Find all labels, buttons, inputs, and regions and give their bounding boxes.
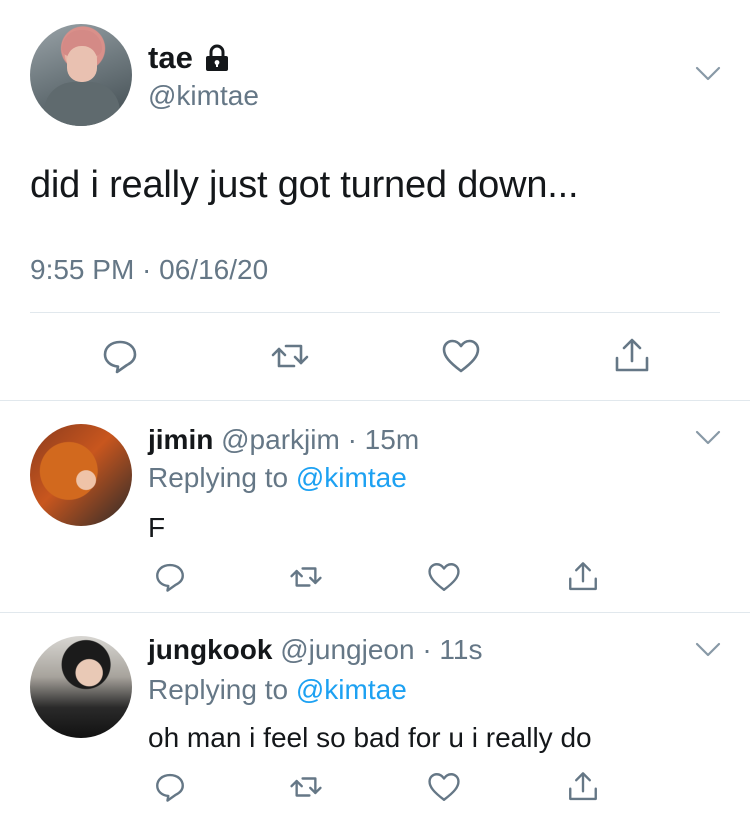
retweet-icon[interactable] (289, 770, 323, 804)
retweet-icon[interactable] (289, 560, 323, 594)
display-name[interactable]: tae (148, 40, 193, 76)
handle[interactable]: @parkjim (221, 424, 340, 455)
chevron-down-icon[interactable] (695, 642, 721, 658)
reply-header: jimin @parkjim · 15m (148, 424, 419, 456)
divider (30, 312, 720, 313)
avatar[interactable] (30, 636, 132, 738)
reply-icon[interactable] (100, 336, 140, 376)
like-icon[interactable] (427, 560, 461, 594)
replying-to: Replying to @kimtae (148, 674, 407, 706)
reply-icon[interactable] (153, 560, 187, 594)
avatar[interactable] (30, 24, 132, 126)
replying-to: Replying to @kimtae (148, 462, 407, 494)
avatar-shirt (44, 82, 120, 126)
reply-tweet: jungkook @jungjeon · 11s Replying to @ki… (0, 612, 750, 825)
share-icon[interactable] (566, 770, 600, 804)
mention-link[interactable]: @kimtae (296, 462, 407, 493)
tweet-timestamp[interactable]: 9:55 PM · 06/16/20 (30, 254, 268, 286)
avatar-face (67, 46, 97, 82)
reply-tweet: jimin @parkjim · 15m Replying to @kimtae… (0, 400, 750, 612)
tweet-text: F (148, 512, 166, 543)
handle[interactable]: @jungjeon (280, 634, 414, 665)
like-icon[interactable] (427, 770, 461, 804)
lock-icon (206, 44, 228, 71)
replying-label: Replying to (148, 462, 289, 493)
reply-time[interactable]: · 15m (348, 424, 420, 455)
retweet-icon[interactable] (270, 336, 310, 376)
replying-label: Replying to (148, 674, 289, 705)
reply-header: jungkook @jungjeon · 11s (148, 634, 483, 666)
display-name[interactable]: jungkook (148, 634, 272, 665)
chevron-down-icon[interactable] (695, 430, 721, 446)
like-icon[interactable] (441, 336, 481, 376)
tweet-text: did i really just got turned down... (30, 164, 579, 206)
tweet-text: oh man i feel so bad for u i really do (148, 722, 592, 753)
share-icon[interactable] (612, 336, 652, 376)
mention-link[interactable]: @kimtae (296, 674, 407, 705)
handle[interactable]: @kimtae (148, 80, 259, 112)
share-icon[interactable] (566, 560, 600, 594)
main-tweet: tae @kimtae did i really just got turned… (0, 0, 750, 400)
chevron-down-icon[interactable] (695, 66, 721, 82)
display-name[interactable]: jimin (148, 424, 213, 455)
reply-icon[interactable] (153, 770, 187, 804)
reply-time[interactable]: · 11s (422, 634, 482, 665)
avatar[interactable] (30, 424, 132, 526)
